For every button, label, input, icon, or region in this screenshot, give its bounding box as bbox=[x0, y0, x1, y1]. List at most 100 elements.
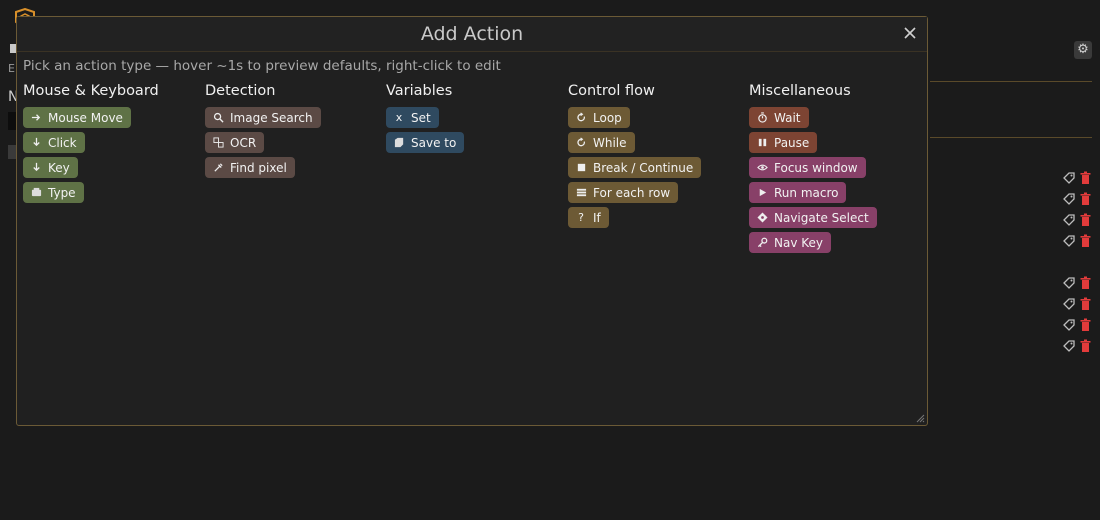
tag-icon[interactable] bbox=[1062, 318, 1076, 332]
action-label: If bbox=[593, 210, 601, 225]
search-icon bbox=[212, 112, 224, 124]
tag-icon[interactable] bbox=[1062, 234, 1076, 248]
action-label: For each row bbox=[593, 185, 671, 200]
background-row-actions bbox=[1062, 276, 1092, 290]
action-label: Run macro bbox=[774, 185, 839, 200]
action-label: Navigate Select bbox=[774, 210, 869, 225]
action-label: Pause bbox=[774, 135, 810, 150]
tag-icon[interactable] bbox=[1062, 297, 1076, 311]
action-label: Find pixel bbox=[230, 160, 287, 175]
save-icon bbox=[393, 137, 405, 149]
action-image-search-button[interactable]: Image Search bbox=[205, 107, 321, 128]
trash-icon[interactable] bbox=[1079, 213, 1092, 227]
resize-grip-icon[interactable] bbox=[915, 413, 925, 423]
tag-icon[interactable] bbox=[1062, 276, 1076, 290]
settings-gear-icon[interactable]: ⚙ bbox=[1074, 41, 1092, 59]
tag-icon[interactable] bbox=[1062, 213, 1076, 227]
trash-icon[interactable] bbox=[1079, 318, 1092, 332]
column-title: Control flow bbox=[568, 83, 655, 99]
dialog-hint: Pick an action type — hover ~1s to previ… bbox=[23, 58, 501, 74]
column-control-flow: Control flow Loop While Break / Continue Fo… bbox=[568, 83, 702, 232]
tag-icon[interactable] bbox=[1062, 339, 1076, 353]
action-label: Type bbox=[48, 185, 76, 200]
loop-icon bbox=[575, 137, 587, 149]
action-label: While bbox=[593, 135, 627, 150]
action-focus-window-button[interactable]: Focus window bbox=[749, 157, 866, 178]
ocr-icon bbox=[212, 137, 224, 149]
crosshair-icon bbox=[756, 212, 768, 224]
action-type-button[interactable]: Type bbox=[23, 182, 84, 203]
background-divider bbox=[930, 137, 1092, 138]
action-ocr-button[interactable]: OCR bbox=[205, 132, 265, 153]
arrow-right-icon bbox=[30, 112, 42, 124]
trash-icon[interactable] bbox=[1079, 171, 1092, 185]
background-row-actions bbox=[1062, 234, 1092, 248]
background-divider bbox=[930, 81, 1092, 82]
action-label: Focus window bbox=[774, 160, 858, 175]
action-save-to-button[interactable]: Save to bbox=[386, 132, 465, 153]
action-label: Wait bbox=[774, 110, 801, 125]
background-row-actions bbox=[1062, 213, 1092, 227]
tag-icon[interactable] bbox=[1062, 171, 1076, 185]
column-title: Detection bbox=[205, 83, 276, 99]
trash-icon[interactable] bbox=[1079, 234, 1092, 248]
action-mouse-move-button[interactable]: Mouse Move bbox=[23, 107, 131, 128]
add-action-dialog: Add Action Pick an action type — hover ~… bbox=[16, 16, 928, 426]
action-label: Image Search bbox=[230, 110, 313, 125]
column-title: Miscellaneous bbox=[749, 83, 851, 99]
question-icon: ? bbox=[578, 211, 584, 224]
action-break-continue-button[interactable]: Break / Continue bbox=[568, 157, 702, 178]
background-row-actions bbox=[1062, 171, 1092, 185]
action-find-pixel-button[interactable]: Find pixel bbox=[205, 157, 295, 178]
column-detection: Detection Image Search OCR Find pixel bbox=[205, 83, 321, 182]
stop-icon bbox=[575, 162, 587, 174]
rows-icon bbox=[575, 187, 587, 199]
dialog-title: Add Action bbox=[420, 23, 524, 45]
action-set-button[interactable]: x Set bbox=[386, 107, 439, 128]
background-row-actions bbox=[1062, 297, 1092, 311]
close-icon[interactable] bbox=[903, 26, 917, 40]
play-icon bbox=[756, 187, 768, 199]
trash-icon[interactable] bbox=[1079, 276, 1092, 290]
dialog-titlebar[interactable]: Add Action bbox=[17, 17, 927, 52]
trash-icon[interactable] bbox=[1079, 192, 1092, 206]
arrow-down-icon bbox=[30, 162, 42, 174]
background-row-actions bbox=[1062, 318, 1092, 332]
arrow-down-icon bbox=[30, 137, 42, 149]
background-input[interactable] bbox=[8, 112, 16, 130]
action-label: Break / Continue bbox=[593, 160, 694, 175]
loop-icon bbox=[575, 112, 587, 124]
trash-icon[interactable] bbox=[1079, 339, 1092, 353]
action-wait-button[interactable]: Wait bbox=[749, 107, 809, 128]
action-if-button[interactable]: ? If bbox=[568, 207, 609, 228]
eye-icon bbox=[756, 162, 768, 174]
action-label: Save to bbox=[411, 135, 457, 150]
action-click-button[interactable]: Click bbox=[23, 132, 85, 153]
background-row-actions bbox=[1062, 192, 1092, 206]
key-icon bbox=[756, 237, 768, 249]
column-miscellaneous: Miscellaneous Wait Pause Focus window Run m… bbox=[749, 83, 877, 257]
x-icon: x bbox=[395, 111, 403, 124]
action-label: Set bbox=[411, 110, 431, 125]
pause-icon bbox=[756, 137, 768, 149]
action-label: OCR bbox=[230, 135, 257, 150]
action-label: Click bbox=[48, 135, 77, 150]
action-nav-key-button[interactable]: Nav Key bbox=[749, 232, 832, 253]
background-row-actions bbox=[1062, 339, 1092, 353]
action-pause-button[interactable]: Pause bbox=[749, 132, 818, 153]
trash-icon[interactable] bbox=[1079, 297, 1092, 311]
tag-icon[interactable] bbox=[1062, 192, 1076, 206]
action-run-macro-button[interactable]: Run macro bbox=[749, 182, 847, 203]
action-while-button[interactable]: While bbox=[568, 132, 635, 153]
action-label: Loop bbox=[593, 110, 622, 125]
action-label: Key bbox=[48, 160, 70, 175]
eyedropper-icon bbox=[212, 162, 224, 174]
action-navigate-select-button[interactable]: Navigate Select bbox=[749, 207, 877, 228]
action-key-button[interactable]: Key bbox=[23, 157, 78, 178]
action-label: Mouse Move bbox=[48, 110, 123, 125]
action-loop-button[interactable]: Loop bbox=[568, 107, 630, 128]
action-label: Nav Key bbox=[774, 235, 824, 250]
action-for-each-row-button[interactable]: For each row bbox=[568, 182, 679, 203]
timer-icon bbox=[756, 112, 768, 124]
background-button[interactable] bbox=[8, 145, 16, 159]
